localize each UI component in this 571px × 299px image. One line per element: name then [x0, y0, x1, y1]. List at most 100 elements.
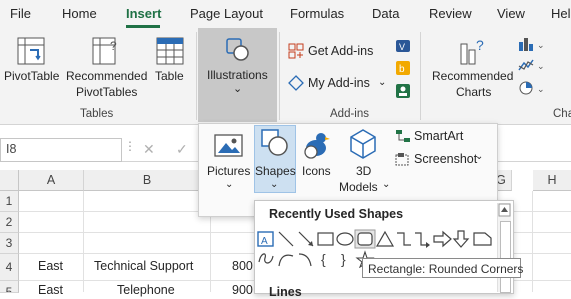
row-header-3[interactable]: 3	[0, 233, 19, 254]
triangle-shape-icon[interactable]	[375, 230, 395, 247]
pie-chart-icon[interactable]: ⌄	[518, 80, 548, 96]
smartart-icon	[395, 129, 411, 143]
group-separator	[196, 32, 197, 120]
pivottable-icon	[16, 36, 46, 66]
pictures-icon	[214, 133, 244, 159]
scroll-thumb[interactable]	[500, 221, 511, 293]
text-box-shape-icon[interactable]: A	[257, 231, 274, 247]
row-header-1[interactable]: 1	[0, 191, 19, 212]
shapes-icon	[260, 128, 290, 158]
cancel-icon[interactable]: ✕	[143, 141, 155, 158]
cell-c5[interactable]: 900	[232, 283, 253, 297]
arc-shape-icon[interactable]	[278, 254, 294, 267]
charts-group-label: Cha	[553, 108, 571, 120]
left-brace-shape-icon[interactable]: {	[321, 251, 326, 267]
table-icon	[156, 36, 184, 66]
column-chart-icon[interactable]: ⌄	[518, 36, 548, 52]
cell-a4[interactable]: East	[38, 259, 63, 273]
3d-models-icon	[349, 128, 377, 160]
oval-shape-icon[interactable]	[336, 232, 354, 246]
cell-b5[interactable]: Telephone	[117, 283, 175, 297]
tab-view[interactable]: View	[497, 6, 525, 21]
menu-bar: File Home Insert Page Layout Formulas Da…	[0, 0, 571, 28]
my-addins-button[interactable]: My Add-ins	[308, 76, 370, 90]
column-header-a[interactable]: A	[19, 170, 84, 191]
tab-help[interactable]: Help	[551, 6, 571, 21]
lines-heading: Lines	[269, 285, 302, 299]
recommended-pivottables-button[interactable]: Recommended	[66, 69, 147, 83]
tab-formulas[interactable]: Formulas	[290, 6, 344, 21]
row-header-2[interactable]: 2	[0, 212, 19, 233]
svg-text:⌄: ⌄	[537, 84, 545, 94]
3d-models-button[interactable]: Models	[339, 180, 378, 194]
svg-text:A: A	[261, 236, 268, 247]
smartart-button[interactable]: SmartArt	[414, 129, 463, 143]
tab-file[interactable]: File	[10, 6, 31, 21]
pivottable-button[interactable]: PivotTable	[4, 69, 59, 83]
pictures-button[interactable]: Pictures	[207, 164, 250, 178]
screenshot-button[interactable]: Screenshot	[414, 152, 477, 166]
tab-data[interactable]: Data	[372, 6, 399, 21]
gridline	[532, 191, 533, 292]
freeform-shape-icon[interactable]	[258, 253, 274, 264]
3d-models-label-1: 3D	[356, 164, 372, 178]
elbow-arrow-connector-shape-icon[interactable]	[415, 232, 430, 248]
more-options-icon[interactable]: ⋮	[124, 139, 136, 153]
elbow-connector-shape-icon[interactable]	[397, 232, 411, 246]
svg-text:V: V	[399, 42, 405, 52]
my-addins-icon	[288, 75, 304, 91]
shapes-row: { }	[257, 250, 377, 268]
chevron-down-icon[interactable]: ⌄	[475, 151, 483, 162]
recommended-charts-label-2: Charts	[456, 85, 492, 99]
icons-button[interactable]: Icons	[302, 164, 331, 178]
tables-group-label: Tables	[80, 108, 114, 120]
icons-icon	[300, 128, 332, 160]
illustrations-label: Illustrations	[207, 68, 268, 82]
line-chart-icon[interactable]: ⌄	[518, 57, 548, 73]
rounded-rectangle-shape-icon[interactable]	[354, 229, 376, 249]
chevron-down-icon: ⌄	[382, 179, 391, 190]
curve-shape-icon[interactable]	[298, 253, 312, 267]
line-arrow-shape-icon[interactable]	[298, 231, 314, 247]
svg-text:{: {	[321, 251, 326, 267]
svg-text:}: }	[341, 251, 346, 267]
chevron-down-icon: ⌄	[233, 83, 243, 95]
enter-icon[interactable]: ✓	[176, 141, 188, 158]
table-button[interactable]: Table	[155, 69, 184, 83]
cell-a5[interactable]: East	[38, 283, 63, 297]
cell-b4[interactable]: Technical Support	[94, 259, 193, 273]
column-header-b[interactable]: B	[84, 170, 211, 191]
recommended-charts-button[interactable]: Recommended	[432, 69, 513, 83]
name-box-value: I8	[6, 142, 17, 156]
svg-text:b: b	[399, 64, 405, 75]
chevron-down-icon[interactable]: ⌄	[378, 76, 386, 90]
tab-insert[interactable]: Insert	[126, 6, 161, 21]
people-graph-icon[interactable]	[395, 83, 411, 99]
svg-text:?: ?	[110, 39, 117, 53]
right-brace-shape-icon[interactable]: }	[341, 251, 346, 267]
gridline	[83, 191, 84, 292]
shapes-row: A	[257, 229, 497, 249]
row-header-5[interactable]: 5	[0, 281, 19, 293]
tab-page-layout[interactable]: Page Layout	[190, 6, 263, 21]
svg-text:⌄: ⌄	[537, 61, 545, 71]
get-addins-button[interactable]: Get Add-ins	[308, 44, 373, 58]
row-header-4[interactable]: 4	[0, 254, 19, 281]
svg-text:⌄: ⌄	[537, 40, 545, 50]
recommended-charts-icon: ?	[458, 36, 488, 66]
snip-rectangle-shape-icon[interactable]	[473, 232, 492, 246]
bing-icon[interactable]: b	[395, 60, 411, 76]
down-arrow-shape-icon[interactable]	[452, 230, 470, 248]
select-all-corner[interactable]	[0, 170, 19, 191]
chevron-down-icon: ⌄	[225, 179, 234, 190]
scroll-up-icon[interactable]	[498, 203, 511, 217]
visio-icon[interactable]: V	[395, 38, 411, 54]
tab-home[interactable]: Home	[62, 6, 97, 21]
right-arrow-shape-icon[interactable]	[433, 230, 452, 248]
tab-review[interactable]: Review	[429, 6, 472, 21]
cell-c4[interactable]: 800	[232, 259, 253, 273]
rectangle-shape-icon[interactable]	[317, 232, 334, 246]
line-shape-icon[interactable]	[278, 231, 294, 247]
column-header-h[interactable]: H	[533, 170, 571, 191]
name-box[interactable]: I8	[0, 138, 122, 162]
